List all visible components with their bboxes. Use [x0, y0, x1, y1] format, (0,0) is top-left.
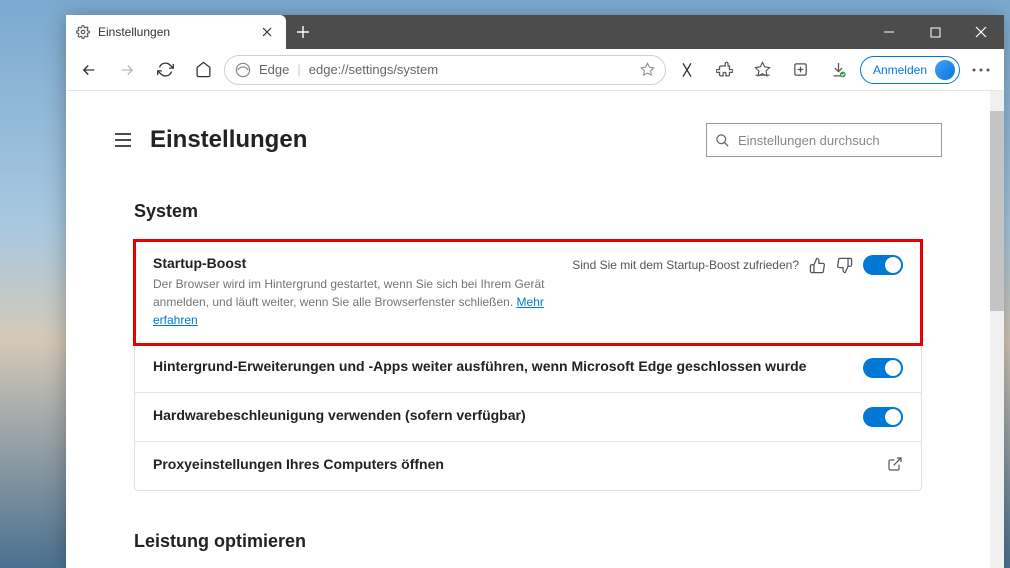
background-extensions-row: Hintergrund-Erweiterungen und -Apps weit…	[135, 344, 921, 393]
edge-logo-icon	[235, 62, 251, 78]
scrollbar[interactable]	[990, 91, 1004, 568]
more-menu-button[interactable]	[964, 53, 998, 87]
proxy-settings-row[interactable]: Proxyeinstellungen Ihres Computers öffne…	[135, 442, 921, 490]
downloads-icon[interactable]	[822, 53, 856, 87]
hardware-acceleration-name: Hardwarebeschleunigung verwenden (sofern…	[153, 407, 847, 423]
startup-boost-desc: Der Browser wird im Hintergrund gestarte…	[153, 275, 556, 329]
proxy-settings-name: Proxyeinstellungen Ihres Computers öffne…	[153, 456, 871, 472]
thumbs-down-icon[interactable]	[836, 257, 853, 274]
system-section-title: System	[134, 201, 922, 222]
settings-search[interactable]	[706, 123, 942, 157]
maximize-button[interactable]	[912, 15, 958, 49]
hamburger-menu-icon[interactable]	[114, 133, 132, 147]
startup-boost-toggle[interactable]	[863, 255, 903, 275]
tab-title: Einstellungen	[98, 25, 254, 39]
close-tab-icon[interactable]	[262, 27, 276, 37]
system-section: System Startup-Boost Der Browser wird im…	[134, 201, 922, 491]
refresh-button[interactable]	[148, 53, 182, 87]
gear-icon	[76, 25, 90, 39]
performance-section-title: Leistung optimieren	[134, 531, 922, 552]
home-button[interactable]	[186, 53, 220, 87]
browser-window: Einstellungen Edge | edge://settings/sys…	[66, 15, 1004, 568]
signin-button[interactable]: Anmelden	[860, 56, 960, 84]
performance-section: Leistung optimieren	[134, 531, 922, 568]
background-extensions-name: Hintergrund-Erweiterungen und -Apps weit…	[153, 358, 847, 374]
hardware-acceleration-row: Hardwarebeschleunigung verwenden (sofern…	[135, 393, 921, 442]
back-button[interactable]	[72, 53, 106, 87]
startup-boost-row: Startup-Boost Der Browser wird im Hinter…	[135, 241, 921, 344]
feedback-question: Sind Sie mit dem Startup-Boost zufrieden…	[572, 258, 799, 272]
extensions-icon[interactable]	[708, 53, 742, 87]
collections-icon[interactable]	[784, 53, 818, 87]
background-extensions-toggle[interactable]	[863, 358, 903, 378]
page-title: Einstellungen	[150, 126, 307, 154]
hardware-acceleration-toggle[interactable]	[863, 407, 903, 427]
settings-main: Einstellungen System Startup-Boost Der B…	[66, 91, 990, 568]
window-controls	[866, 15, 1004, 49]
address-url: edge://settings/system	[309, 62, 632, 77]
avatar-icon	[935, 60, 955, 80]
content-area: Einstellungen System Startup-Boost Der B…	[66, 91, 1004, 568]
search-input[interactable]	[738, 133, 933, 148]
new-tab-button[interactable]	[286, 15, 320, 49]
external-link-icon	[887, 456, 903, 472]
signin-label: Anmelden	[873, 63, 927, 77]
startup-boost-name: Startup-Boost	[153, 255, 556, 271]
browser-tab[interactable]: Einstellungen	[66, 15, 286, 49]
forward-button[interactable]	[110, 53, 144, 87]
minimize-button[interactable]	[866, 15, 912, 49]
address-brand: Edge	[259, 62, 289, 77]
thumbs-up-icon[interactable]	[809, 257, 826, 274]
search-icon	[715, 133, 730, 148]
favorites-icon[interactable]	[746, 53, 780, 87]
favorite-icon[interactable]	[640, 62, 655, 77]
toolbar: Edge | edge://settings/system Anmelden	[66, 49, 1004, 91]
titlebar: Einstellungen	[66, 15, 1004, 49]
system-settings-card: Startup-Boost Der Browser wird im Hinter…	[134, 240, 922, 491]
noscript-icon[interactable]	[670, 53, 704, 87]
close-window-button[interactable]	[958, 15, 1004, 49]
scroll-thumb[interactable]	[990, 111, 1004, 311]
address-bar[interactable]: Edge | edge://settings/system	[224, 55, 666, 85]
